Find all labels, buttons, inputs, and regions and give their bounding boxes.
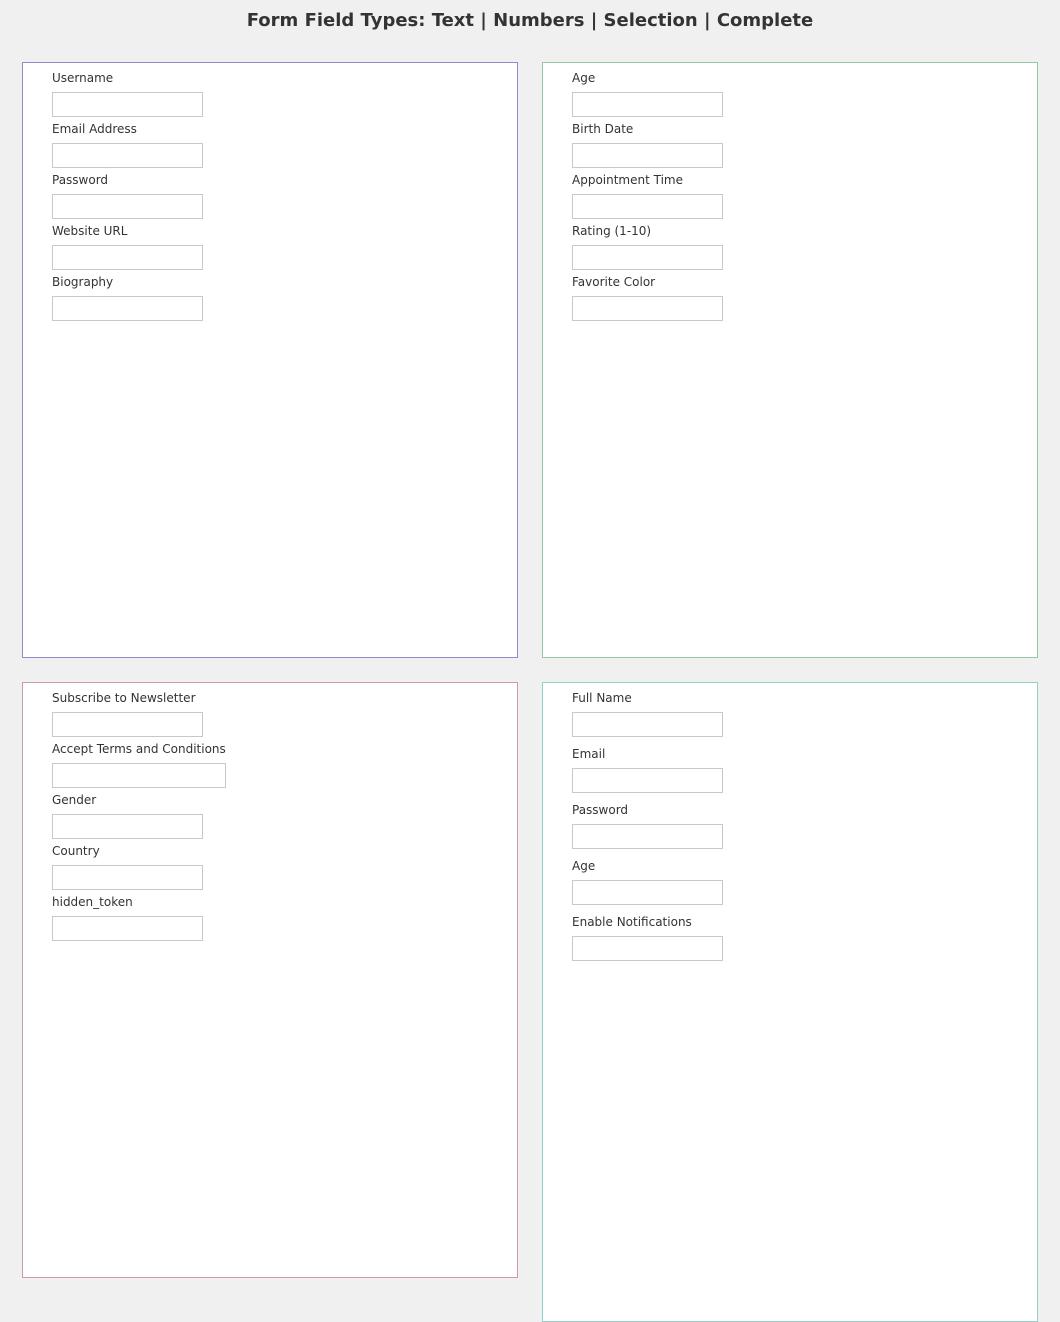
enable-notifications-input[interactable] — [572, 936, 723, 961]
rating-input[interactable] — [572, 245, 723, 270]
appointment-time-input[interactable] — [572, 194, 723, 219]
age-input[interactable] — [572, 92, 723, 117]
accept-terms-input[interactable] — [52, 763, 226, 788]
website-url-label: Website URL — [52, 224, 128, 238]
biography-field: Biography — [52, 275, 452, 321]
gender-input[interactable] — [52, 814, 203, 839]
subscribe-newsletter-input[interactable] — [52, 712, 203, 737]
biography-input[interactable] — [52, 296, 203, 321]
biography-label: Biography — [52, 275, 114, 289]
complete-age-field: Age — [572, 859, 972, 905]
text-fields-panel: Username Email Address Password Website … — [22, 62, 518, 658]
full-name-input[interactable] — [572, 712, 723, 737]
email-address-input[interactable] — [52, 143, 203, 168]
age-label: Age — [572, 71, 596, 85]
complete-password-label: Password — [572, 803, 629, 817]
age-field: Age — [572, 71, 972, 117]
password-field: Password — [52, 173, 452, 219]
gender-label: Gender — [52, 793, 97, 807]
complete-form-panel: Full Name Email Password Age Enable Noti… — [542, 682, 1038, 1322]
complete-password-input[interactable] — [572, 824, 723, 849]
complete-age-label: Age — [572, 859, 596, 873]
email-address-field: Email Address — [52, 122, 452, 168]
username-field: Username — [52, 71, 452, 117]
enable-notifications-label: Enable Notifications — [572, 915, 692, 929]
website-url-input[interactable] — [52, 245, 203, 270]
subscribe-newsletter-field: Subscribe to Newsletter — [52, 691, 452, 737]
appointment-time-field: Appointment Time — [572, 173, 972, 219]
hidden-token-label: hidden_token — [52, 895, 133, 909]
selection-fields-panel: Subscribe to Newsletter Accept Terms and… — [22, 682, 518, 1278]
password-input[interactable] — [52, 194, 203, 219]
birth-date-field: Birth Date — [572, 122, 972, 168]
complete-age-input[interactable] — [572, 880, 723, 905]
full-name-label: Full Name — [572, 691, 632, 705]
complete-password-field: Password — [572, 803, 972, 849]
favorite-color-label: Favorite Color — [572, 275, 656, 289]
password-label: Password — [52, 173, 109, 187]
enable-notifications-field: Enable Notifications — [572, 915, 972, 961]
username-label: Username — [52, 71, 114, 85]
rating-field: Rating (1-10) — [572, 224, 972, 270]
email-label: Email — [572, 747, 606, 761]
username-input[interactable] — [52, 92, 203, 117]
rating-label: Rating (1-10) — [572, 224, 652, 238]
full-name-field: Full Name — [572, 691, 972, 737]
appointment-time-label: Appointment Time — [572, 173, 683, 187]
country-input[interactable] — [52, 865, 203, 890]
favorite-color-field: Favorite Color — [572, 275, 972, 321]
number-fields-panel: Age Birth Date Appointment Time Rating (… — [542, 62, 1038, 658]
country-label: Country — [52, 844, 100, 858]
email-field: Email — [572, 747, 972, 793]
subscribe-newsletter-label: Subscribe to Newsletter — [52, 691, 196, 705]
accept-terms-field: Accept Terms and Conditions — [52, 742, 452, 788]
country-field: Country — [52, 844, 452, 890]
birth-date-label: Birth Date — [572, 122, 634, 136]
birth-date-input[interactable] — [572, 143, 723, 168]
hidden-token-field: hidden_token — [52, 895, 452, 941]
email-input[interactable] — [572, 768, 723, 793]
email-address-label: Email Address — [52, 122, 137, 136]
hidden-token-input[interactable] — [52, 916, 203, 941]
accept-terms-label: Accept Terms and Conditions — [52, 742, 226, 756]
gender-field: Gender — [52, 793, 452, 839]
website-url-field: Website URL — [52, 224, 452, 270]
page-title: Form Field Types: Text | Numbers | Selec… — [246, 10, 814, 31]
favorite-color-input[interactable] — [572, 296, 723, 321]
